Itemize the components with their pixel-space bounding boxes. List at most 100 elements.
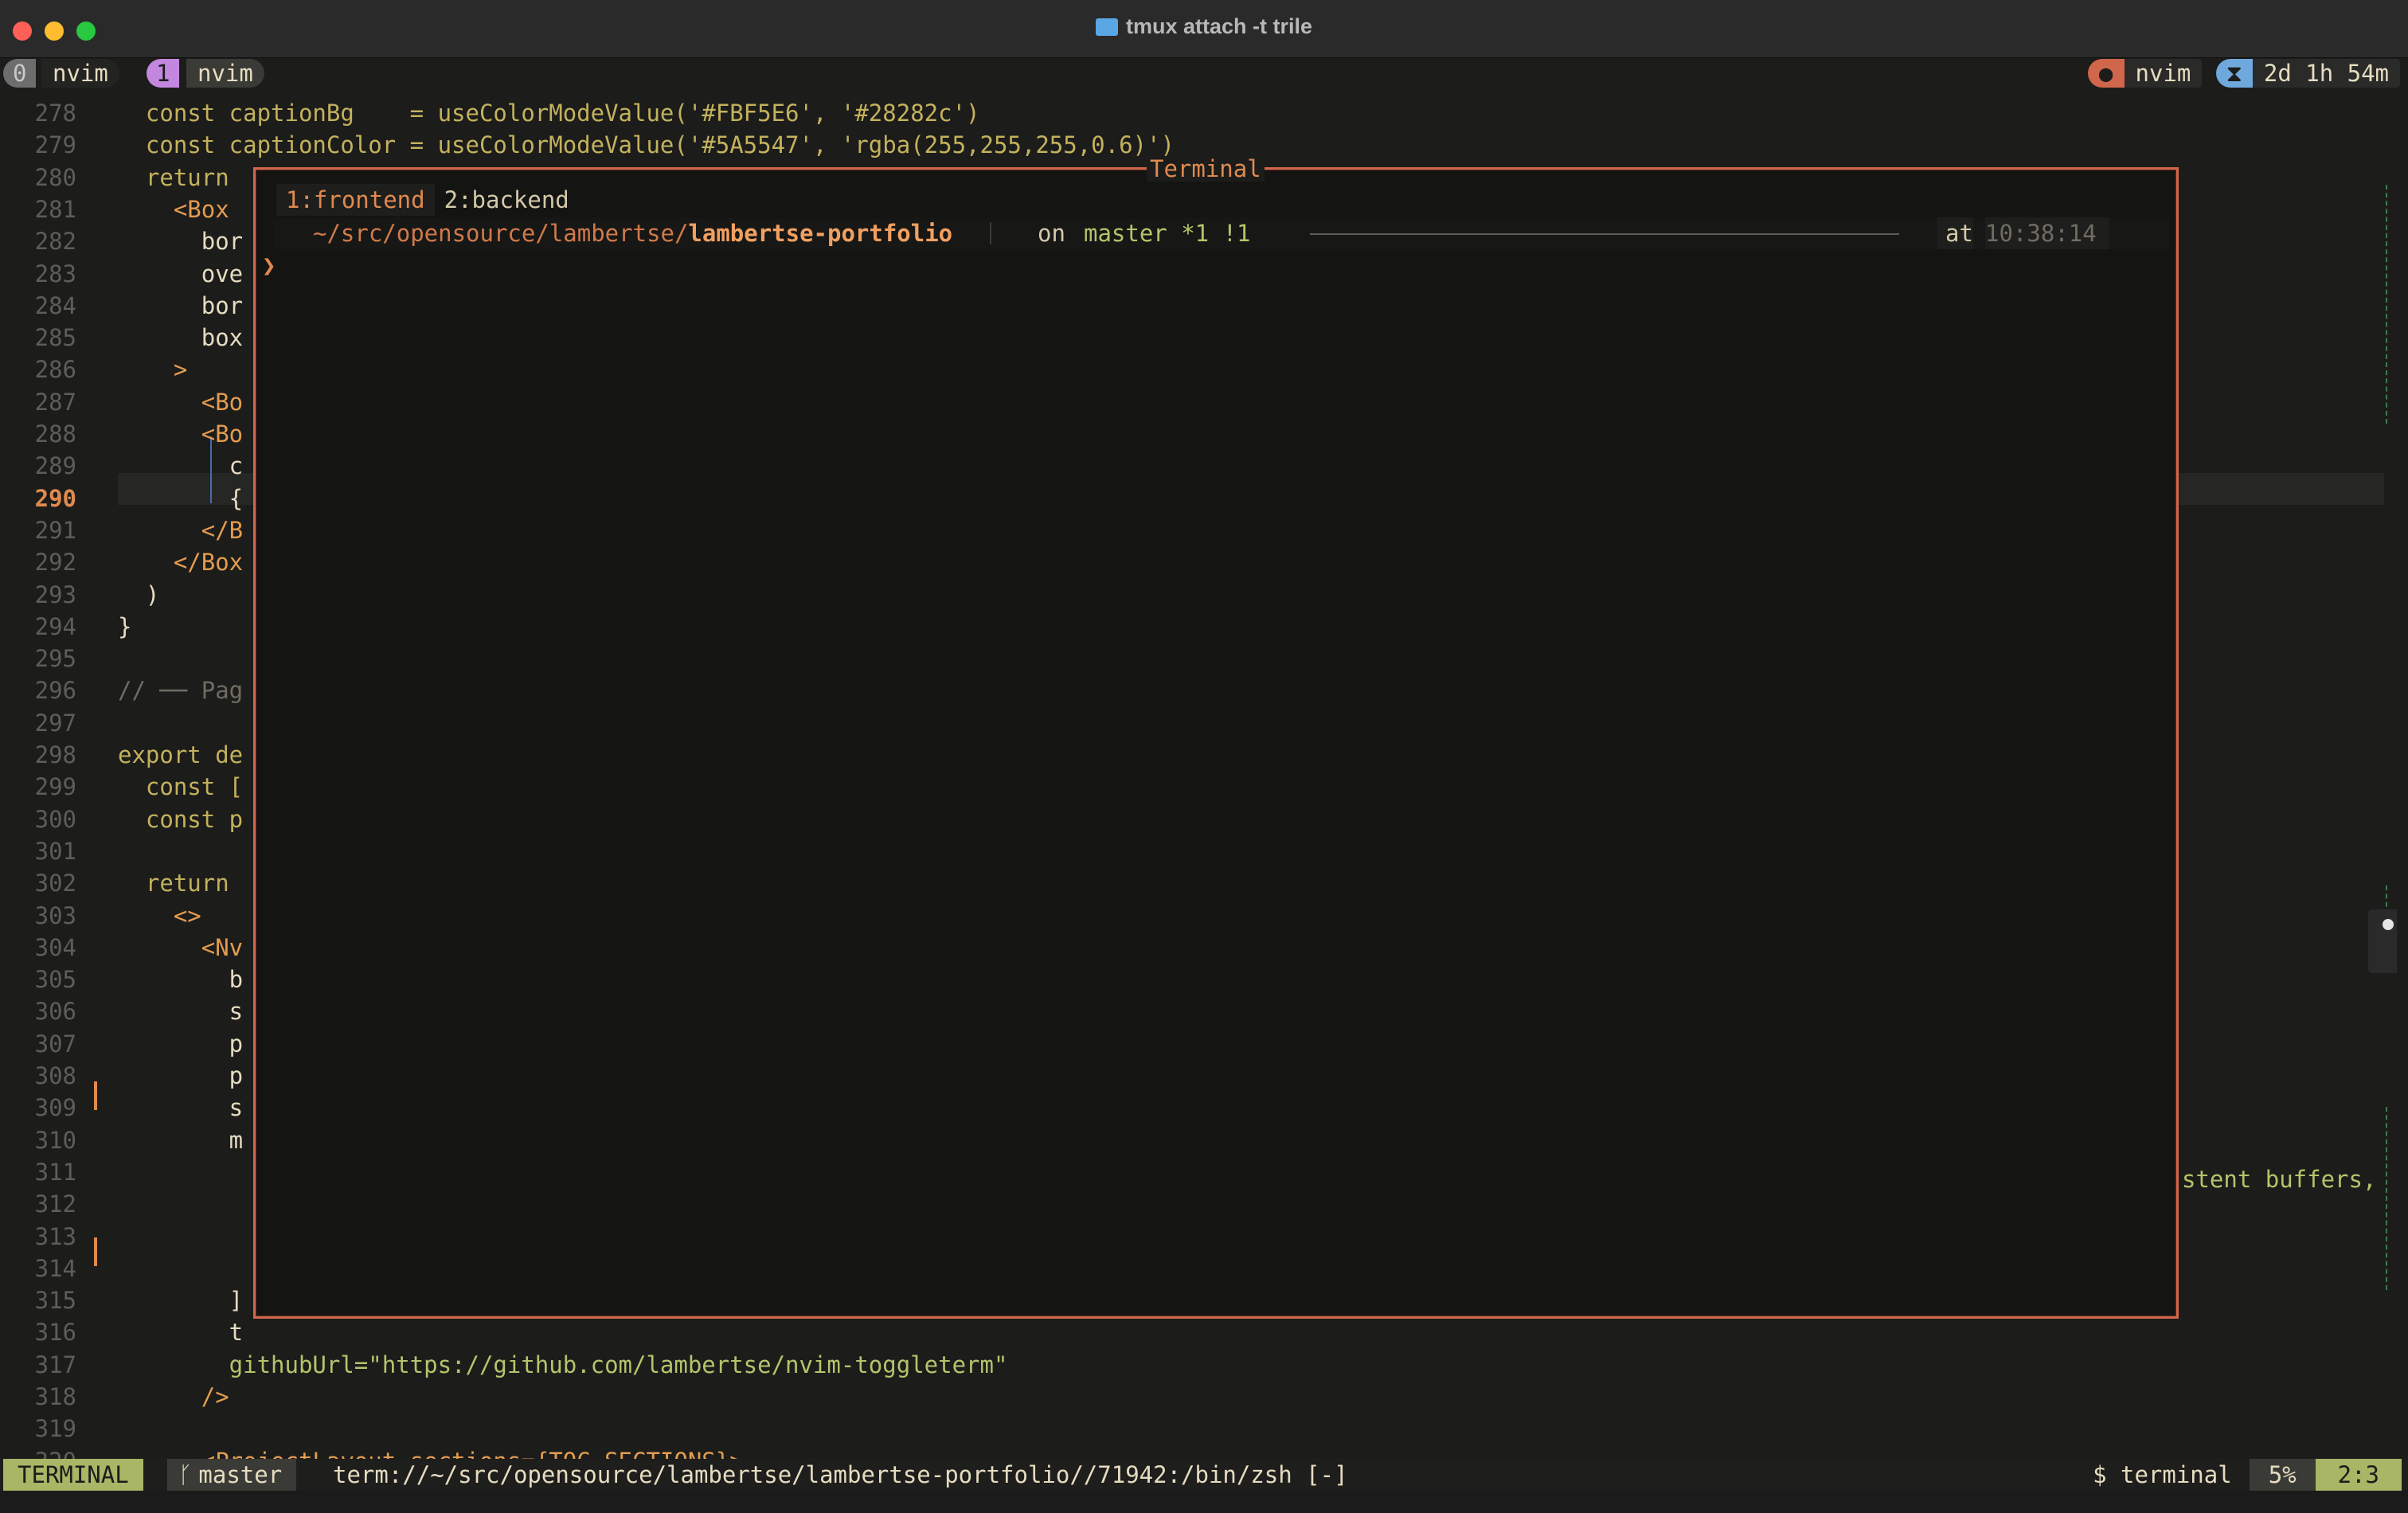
line-code: { xyxy=(118,484,244,512)
line-number: 319 xyxy=(34,1415,76,1443)
line-code: export de xyxy=(118,741,244,768)
line-number: 290 xyxy=(34,484,76,512)
line-number: 305 xyxy=(34,966,76,994)
line-number: 286 xyxy=(34,356,76,384)
line-code: /> xyxy=(118,1383,229,1410)
floating-terminal[interactable]: 1:frontend 2:backend ~/src/opensource/lam… xyxy=(253,167,2179,1319)
prompt-separator xyxy=(990,222,991,244)
tmux-status-bar: 0 nvim 1 nvim ● nvim ⧗ 2d 1h 54m xyxy=(0,57,2408,89)
line-number: 283 xyxy=(34,260,76,287)
scrollbar-guide xyxy=(2386,185,2389,424)
line-number: 314 xyxy=(34,1254,76,1282)
line-code: c xyxy=(118,452,244,480)
buffer-name: term://~/src/opensource/lambertse/lamber… xyxy=(333,1461,1348,1488)
line-code: const [ xyxy=(118,773,244,801)
line-code: </Box xyxy=(118,549,244,577)
prompt-repo: lambertse-portfolio xyxy=(688,220,953,247)
line-code: const p xyxy=(118,805,244,833)
line-number: 304 xyxy=(34,933,76,961)
prompt-on: on xyxy=(1038,220,1065,247)
tmux-window-name-1[interactable]: nvim xyxy=(186,59,264,88)
prompt-path-prefix: ~/src/opensource/lambertse/ xyxy=(313,220,689,247)
line-number: 317 xyxy=(34,1351,76,1378)
line-number: 296 xyxy=(34,677,76,705)
session-name: nvim xyxy=(2124,59,2203,88)
line-code: p xyxy=(118,1062,244,1089)
line-number: 303 xyxy=(34,901,76,929)
line-code: bor xyxy=(118,228,244,256)
line-number: 301 xyxy=(34,837,76,865)
line-number: 279 xyxy=(34,131,76,159)
git-branch-icon: ᚴ xyxy=(178,1461,193,1488)
line-number: 291 xyxy=(34,516,76,544)
folder-icon xyxy=(1095,18,1118,36)
line-number: 313 xyxy=(34,1222,76,1250)
line-code: s xyxy=(118,998,244,1026)
window-title-wrap: tmux attach -t trile xyxy=(0,14,2408,39)
line-number: 282 xyxy=(34,228,76,256)
tmux-right-status: ● nvim ⧗ 2d 1h 54m xyxy=(2087,59,2400,88)
line-number: 292 xyxy=(34,549,76,577)
line-number: 287 xyxy=(34,388,76,416)
window-title: tmux attach -t trile xyxy=(1125,14,1313,38)
line-code: ] xyxy=(118,1287,244,1315)
terminal-window: tmux attach -t trile 0 nvim 1 nvim ● nvim… xyxy=(0,0,2408,1513)
line-code: <Bo xyxy=(118,388,244,416)
line-code: return xyxy=(118,870,229,897)
statusline-right: $ terminal 5% 2:3 xyxy=(2075,1459,2402,1491)
line-number: 293 xyxy=(34,581,76,608)
line-code: const captionBg = useColorModeValue('#FB… xyxy=(118,100,980,127)
line-code: > xyxy=(118,356,188,384)
title-bar: tmux attach -t trile xyxy=(0,0,2408,58)
line-code: bor xyxy=(118,291,244,319)
git-branch-segment: ᚴ master xyxy=(167,1459,297,1491)
tmux-window-name-0[interactable]: nvim xyxy=(41,59,119,88)
shell-prompt: ~/src/opensource/lambertse/lambertse-por… xyxy=(273,217,2168,249)
git-branch: master xyxy=(198,1461,283,1488)
line-code: } xyxy=(118,612,132,640)
terminal-tab-frontend[interactable]: 1:frontend xyxy=(276,184,435,216)
terminal-tab-backend[interactable]: 2:backend xyxy=(435,184,579,216)
filetype: $ terminal xyxy=(2093,1461,2232,1488)
scroll-percent: 5% xyxy=(2249,1459,2316,1491)
line-number: 285 xyxy=(34,324,76,352)
line-number: 310 xyxy=(34,1126,76,1154)
line-code: b xyxy=(118,966,244,994)
line-number: 299 xyxy=(34,773,76,801)
line-number: 297 xyxy=(34,709,76,737)
line-number: 278 xyxy=(34,100,76,127)
line-number: 311 xyxy=(34,1158,76,1186)
line-code: t xyxy=(118,1319,244,1347)
line-number: 284 xyxy=(34,291,76,319)
tmux-window-index-1[interactable]: 1 xyxy=(147,59,180,88)
line-code: m xyxy=(118,1126,244,1154)
line-number: 300 xyxy=(34,805,76,833)
line-number: 281 xyxy=(34,195,76,223)
prompt-at: at xyxy=(1937,217,1973,249)
line-code: p xyxy=(118,1030,244,1058)
line-number: 318 xyxy=(34,1383,76,1410)
line-code: ) xyxy=(118,581,160,608)
line-number: 288 xyxy=(34,420,76,448)
line-number: 294 xyxy=(34,612,76,640)
line-number: 307 xyxy=(34,1030,76,1058)
line-code: return xyxy=(118,163,229,191)
nvim-statusline: TERMINAL ᚴ master term://~/src/opensource… xyxy=(0,1459,2408,1491)
line-number: 280 xyxy=(34,163,76,191)
line-number: 316 xyxy=(34,1319,76,1347)
line-number: 306 xyxy=(34,998,76,1026)
line-code: <Box xyxy=(118,195,229,223)
line-number: 298 xyxy=(34,741,76,768)
line-code: </B xyxy=(118,516,244,544)
line-code: <> xyxy=(118,901,201,929)
person-icon: ● xyxy=(2087,59,2125,88)
line-number: 312 xyxy=(34,1190,76,1218)
line-number: 289 xyxy=(34,452,76,480)
scrollbar-thumb[interactable] xyxy=(2368,909,2397,973)
terminal-tabs: 1:frontend 2:backend xyxy=(276,184,579,216)
command-line[interactable] xyxy=(0,1491,2408,1513)
line-number: 308 xyxy=(34,1062,76,1089)
line-code: // ── Pag xyxy=(118,677,244,705)
line-number: 295 xyxy=(34,645,76,673)
tmux-window-index-0[interactable]: 0 xyxy=(3,59,37,88)
